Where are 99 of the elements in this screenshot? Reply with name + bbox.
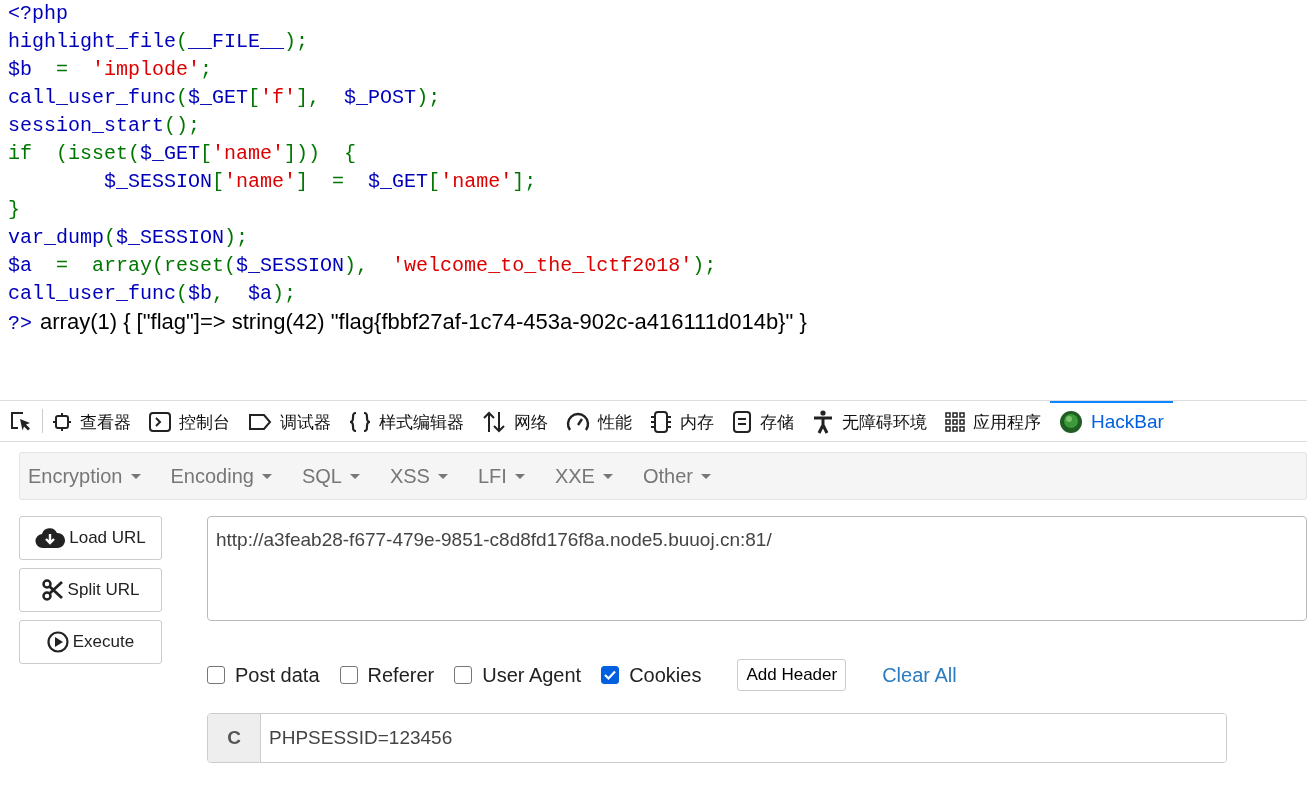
code-token: var_dump [8,226,104,249]
code-token: ], [296,86,322,109]
gauge-icon [566,411,590,433]
up-down-arrows-icon [482,411,506,433]
code-token: ); [272,282,297,305]
code-token: [ [248,86,261,109]
code-token: ?> [8,312,32,335]
action-button[interactable]: Split URL [19,568,162,612]
checkbox[interactable] [207,666,225,684]
field-prefix: C [208,714,261,762]
code-token: call_user_func [8,86,177,109]
dropdown-menu[interactable]: XSS [381,464,456,488]
dropdown-menu[interactable]: Encryption [20,464,149,488]
code-token: = [55,58,70,81]
storage-icon [732,411,752,433]
checkbox[interactable] [601,666,620,684]
code-token: $_GET [188,86,249,109]
cursor-icon [9,411,33,433]
code-token: , [212,282,226,305]
chip-icon [52,412,72,432]
code-token: ); [284,30,309,53]
code-token: 'f' [260,86,297,109]
code-token: <?php [8,2,68,25]
code-token: $_POST [344,86,417,109]
code-token: $_SESSION [116,226,225,249]
devtools-tab[interactable]: 无障碍环境 [803,401,936,441]
code-token: ); [692,254,717,277]
code-token: [ [200,142,213,165]
code-token: 'name' [224,170,297,193]
scissors-icon [41,579,64,601]
option-checkbox[interactable]: Referer [339,663,435,687]
devtools-tab[interactable]: 控制台 [140,401,239,441]
code-token: ), [344,254,370,277]
code-token: call_user_func [8,282,177,305]
output-text: array(1) { ["flag"]=> string(42) "flag{fbbf27af-1c74-453a-902c-a416111d014b}" } [40,309,807,334]
devtools-tab[interactable]: 查看器 [43,401,140,441]
devtools-tab[interactable]: 应用程序 [936,401,1050,441]
play-circle-icon [46,631,69,653]
ball-logo-icon [1059,410,1083,434]
code-token: [ [428,170,441,193]
code-token: ( [176,30,189,53]
code-token: ( [176,282,189,305]
code-token: if (isset( [8,142,141,165]
memory-chip-icon [650,411,672,433]
code-token: ( [104,226,117,249]
code-token: ); [416,86,441,109]
dropdown-menu[interactable]: Other [634,464,719,488]
code-token: (); [164,114,201,137]
url-field[interactable]: http://a3feab28-f677-479e-9851-c8d8fd176f8a.node5.buuoj.cn:81/ [207,516,1307,621]
code-token: __FILE__ [188,30,285,53]
devtools-tab[interactable]: 性能 [557,401,641,441]
grid-icon [945,412,965,432]
action-button[interactable]: Execute [19,620,162,664]
clear-all-link[interactable]: Clear All [882,663,957,687]
code-token: $_GET [140,142,201,165]
cookie-field[interactable]: C PHPSESSID=123456 [207,713,1227,763]
tag-icon [248,413,272,431]
code-token: } [8,198,20,221]
code-token: $b [188,282,213,305]
code-token: 'name' [440,170,513,193]
code-token: $a [248,282,273,305]
devtools-tab[interactable]: 样式编辑器 [340,401,473,441]
option-checkbox[interactable]: Cookies [601,663,702,687]
code-token: ]; [512,170,537,193]
code-token: 'name' [212,142,285,165]
code-token: $b [8,58,32,81]
code-token: ( [176,86,189,109]
code-token: session_start [8,114,165,137]
code-token: 'welcome_to_the_lctf2018' [392,254,693,277]
code-token: 'implode' [92,58,201,81]
code-token: $_SESSION [236,254,345,277]
console-icon [149,412,171,432]
code-token: ])) { [284,142,357,165]
cloud-download-icon [35,527,66,549]
action-button[interactable]: Load URL [19,516,162,560]
code-token: ] = [296,170,346,193]
code-token: = array(reset( [55,254,237,277]
code-token: ; [200,58,213,81]
devtools-tab[interactable]: 调试器 [239,401,340,441]
code-token: highlight_file [8,30,177,53]
devtools-tab[interactable]: 内存 [641,401,723,441]
code-token: [ [212,170,225,193]
dropdown-menu[interactable]: XXE [546,464,621,488]
dropdown-menu[interactable]: Encoding [162,464,280,488]
checkbox[interactable] [454,666,473,684]
devtools-tab[interactable]: 网络 [473,401,557,441]
code-token: $_SESSION [103,170,213,193]
add-header-button[interactable]: Add Header [737,659,847,691]
checkbox[interactable] [339,666,358,684]
braces-icon [349,412,371,432]
code-token: ); [224,226,249,249]
option-checkbox[interactable]: User Agent [454,663,582,687]
devtools-tab[interactable]: 存储 [723,401,803,441]
code-token: $_GET [368,170,429,193]
person-icon [812,410,834,434]
dropdown-menu[interactable]: LFI [469,464,533,488]
option-checkbox[interactable]: Post data [207,663,320,687]
dropdown-menu[interactable]: SQL [293,464,368,488]
code-token: $a [8,254,32,277]
